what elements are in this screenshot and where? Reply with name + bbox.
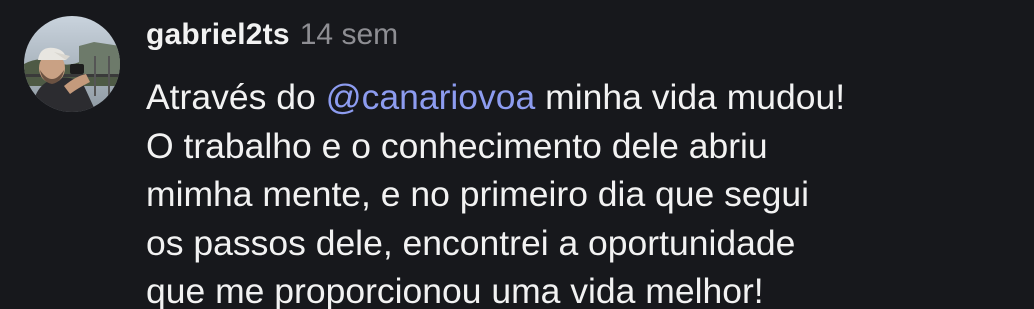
comment-line-3: mimha mente, e no primeiro dia que segui: [146, 174, 810, 214]
avatar[interactable]: [24, 16, 120, 112]
mention-link[interactable]: @canariovoa: [326, 77, 536, 117]
comment-line-1-start: Através do: [146, 77, 326, 117]
comment-line-1: Através do @canariovoa minha vida mudou!: [146, 73, 1026, 122]
user-avatar-photo-icon: [24, 16, 120, 112]
comment: gabriel2ts 14 sem Através do @canariovoa…: [0, 0, 1034, 309]
comment-line-2: O trabalho e o conhecimento dele abriu: [146, 125, 768, 166]
username-link[interactable]: gabriel2ts: [146, 18, 290, 52]
comment-header: gabriel2ts 14 sem: [146, 18, 398, 58]
comment-timestamp[interactable]: 14 sem: [300, 18, 398, 52]
comment-line-4: os passos dele, encontrei a oportunidade: [146, 222, 796, 263]
comment-line-5: que me proporcionou uma vida melhor!: [146, 271, 764, 309]
comment-line-1-end: minha vida mudou!: [535, 77, 846, 117]
comment-text: Através do @canariovoa minha vida mudou!…: [146, 73, 1026, 309]
